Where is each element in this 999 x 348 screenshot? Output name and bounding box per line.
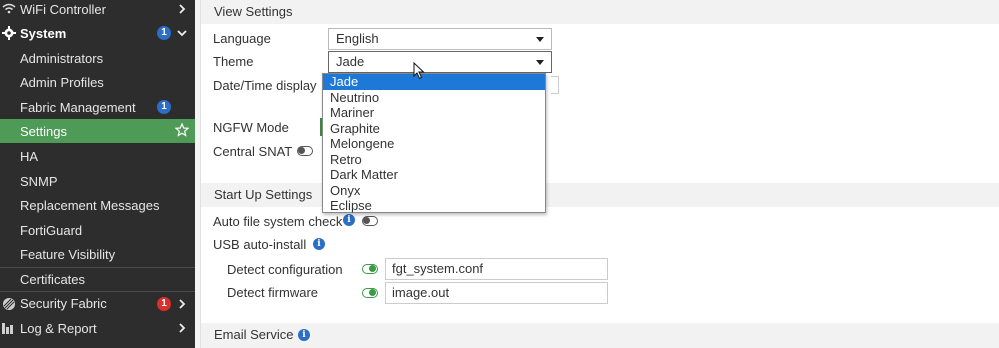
notification-badge: 1 [157, 26, 171, 40]
sidebar-item-admin-profiles[interactable]: Admin Profiles [0, 70, 195, 94]
sidebar-item-log-report[interactable]: Log & Report [0, 316, 195, 340]
sidebar-item-settings[interactable]: Settings [0, 119, 195, 143]
chart-icon [2, 323, 13, 334]
language-value: English [336, 31, 379, 46]
theme-option-neutrino[interactable]: Neutrino [323, 90, 545, 106]
sidebar-item-label: Settings [20, 123, 67, 139]
theme-option-dark-matter[interactable]: Dark Matter [323, 167, 545, 183]
chevron-down-icon [177, 30, 187, 37]
sidebar-item-fabric-management[interactable]: Fabric Management 1 [0, 95, 195, 119]
language-label: Language [213, 31, 271, 46]
sidebar-item-label: Security Fabric [20, 296, 107, 311]
sidebar-item-snmp[interactable]: SNMP [0, 169, 195, 193]
datetime-display-control[interactable] [551, 76, 559, 94]
sidebar-item-system[interactable]: System 1 [0, 21, 195, 45]
caret-down-icon [536, 60, 544, 65]
sidebar-item-ha[interactable]: HA [0, 144, 195, 168]
datetime-display-label: Date/Time display [213, 78, 317, 93]
central-snat-toggle[interactable] [297, 146, 313, 156]
detect-config-toggle[interactable] [362, 264, 378, 274]
theme-option-graphite[interactable]: Graphite [323, 121, 545, 137]
sidebar-item-label: Administrators [20, 50, 104, 66]
email-service-header: Email Service [201, 323, 999, 348]
theme-dropdown-list[interactable]: Jade Neutrino Mariner Graphite Melongene… [322, 73, 546, 213]
auto-fs-check-toggle[interactable] [362, 216, 378, 226]
sidebar-item-certificates[interactable]: Certificates [0, 267, 195, 291]
theme-option-mariner[interactable]: Mariner [323, 105, 545, 121]
sidebar-item-label: WiFi Controller [20, 1, 106, 17]
detect-config-label: Detect configuration [227, 262, 343, 277]
mouse-cursor-icon [413, 62, 425, 80]
sidebar-item-administrators[interactable]: Administrators [0, 46, 195, 70]
theme-option-eclipse[interactable]: Eclipse [323, 198, 545, 214]
startup-settings-header: Start Up Settings [201, 183, 999, 207]
sidebar-item-label: Certificates [20, 272, 86, 287]
sidebar-item-label: FortiGuard [20, 222, 83, 238]
central-snat-label: Central SNAT [213, 144, 293, 159]
sidebar-item-label: HA [20, 148, 39, 164]
info-icon[interactable]: i [343, 214, 355, 226]
star-icon[interactable] [175, 123, 189, 137]
sidebar-item-fortiguard[interactable]: FortiGuard [0, 218, 195, 242]
security-fabric-icon [3, 298, 15, 310]
notification-badge: 1 [157, 297, 171, 311]
sidebar-item-label: Log & Report [20, 320, 97, 336]
usb-auto-install-label: USB auto-install [213, 237, 307, 252]
toggle-knob [369, 265, 376, 272]
auto-fs-check-label: Auto file system check [213, 214, 343, 229]
toggle-knob [363, 217, 370, 224]
detect-config-input[interactable]: fgt_system.conf [385, 258, 608, 280]
notification-badge: 1 [157, 100, 171, 114]
caret-down-icon [536, 37, 544, 42]
theme-option-retro[interactable]: Retro [323, 152, 545, 168]
detect-firmware-value: image.out [392, 285, 450, 300]
theme-option-jade[interactable]: Jade [323, 74, 545, 90]
chevron-right-icon [179, 299, 186, 309]
detect-config-value: fgt_system.conf [392, 261, 484, 276]
gear-icon [2, 26, 16, 40]
detect-firmware-input[interactable]: image.out [385, 282, 608, 304]
email-service-title: Email Service [214, 327, 294, 342]
chevron-right-icon [179, 323, 186, 333]
sidebar-item-feature-visibility[interactable]: Feature Visibility [0, 242, 195, 266]
theme-option-onyx[interactable]: Onyx [323, 183, 545, 199]
sidebar-item-replacement-messages[interactable]: Replacement Messages [0, 193, 195, 217]
sidebar-item-label: Fabric Management [20, 99, 136, 115]
wifi-icon [2, 3, 16, 14]
sidebar-item-security-fabric[interactable]: Security Fabric 1 [0, 291, 195, 315]
sidebar-item-label: Admin Profiles [20, 74, 104, 90]
language-select[interactable]: English [328, 28, 552, 50]
toggle-knob [369, 289, 376, 296]
toggle-knob [298, 147, 305, 154]
theme-option-melongene[interactable]: Melongene [323, 136, 545, 152]
theme-select[interactable]: Jade [328, 51, 552, 73]
theme-label: Theme [213, 54, 254, 69]
sidebar-item-label: Feature Visibility [20, 246, 116, 262]
ngfw-mode-label: NGFW Mode [213, 120, 289, 135]
sidebar: WiFi Controller System 1 Administrators … [0, 0, 195, 348]
detect-firmware-toggle[interactable] [362, 288, 378, 298]
sidebar-item-label: System [20, 25, 67, 41]
settings-card: View Settings Language English Theme Jad… [200, 0, 999, 348]
chevron-right-icon [179, 4, 186, 14]
sidebar-item-label: SNMP [20, 173, 58, 189]
main-content: View Settings Language English Theme Jad… [195, 0, 999, 348]
theme-value: Jade [336, 54, 365, 69]
info-icon[interactable]: i [313, 238, 325, 250]
detect-firmware-label: Detect firmware [227, 285, 319, 300]
sidebar-item-label: Replacement Messages [20, 197, 160, 213]
view-settings-header: View Settings [201, 0, 999, 24]
info-icon[interactable]: i [298, 329, 310, 341]
sidebar-item-wifi-controller[interactable]: WiFi Controller [0, 0, 195, 21]
